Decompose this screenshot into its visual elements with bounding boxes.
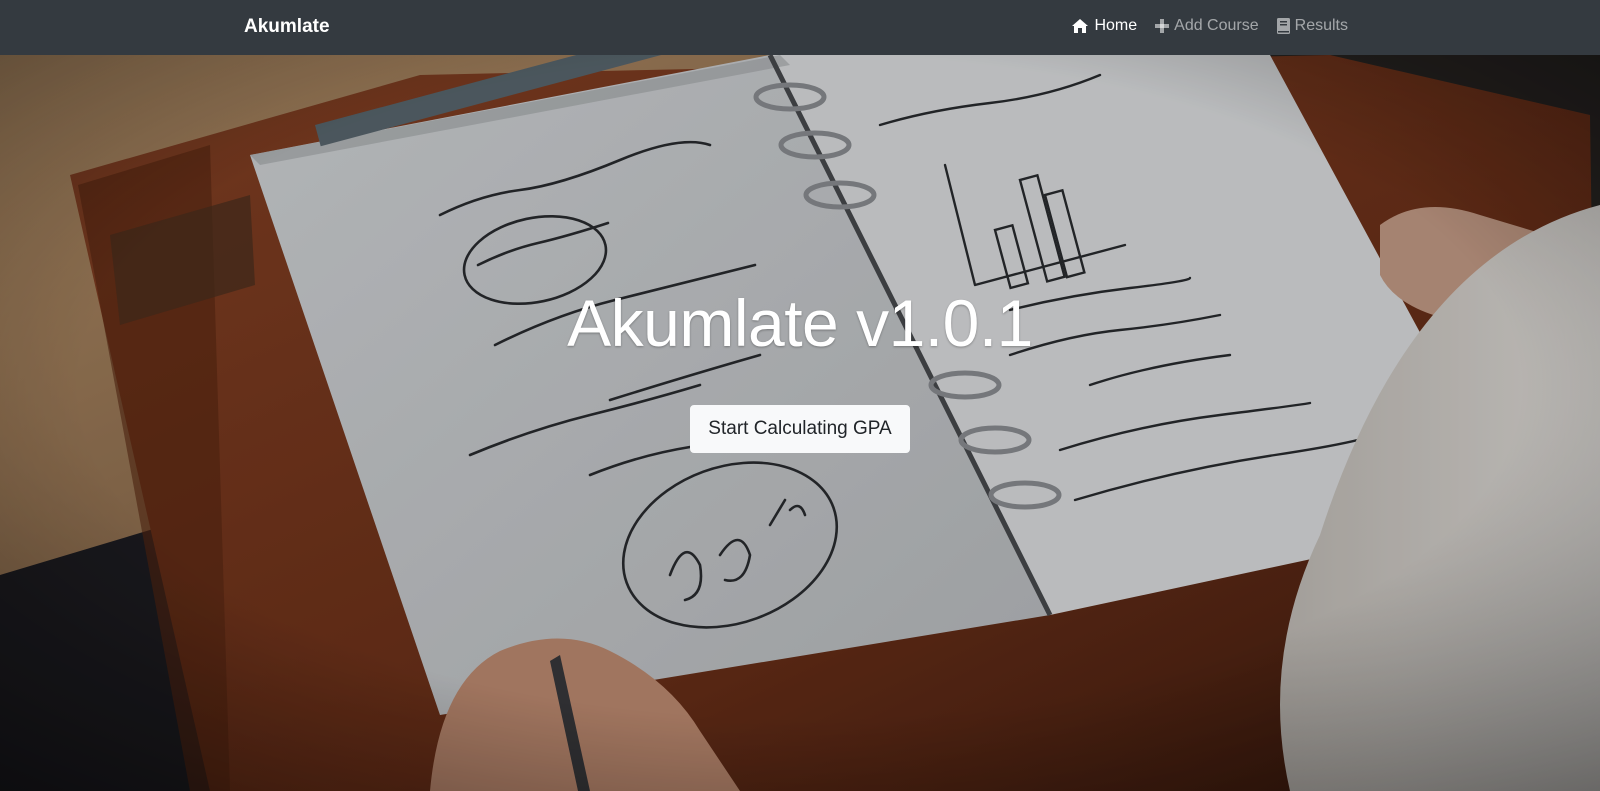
hero-section: Akumlate v1.0.1 Start Calculating GPA [0, 55, 1600, 791]
top-navbar: Akumlate Home Add Course Results [0, 0, 1600, 55]
plus-icon [1155, 19, 1170, 33]
book-icon [1276, 18, 1290, 34]
nav-item-results[interactable]: Results [1276, 17, 1348, 35]
nav-item-add-course[interactable]: Add Course [1155, 17, 1259, 35]
home-icon [1071, 18, 1089, 34]
brand-logo[interactable]: Akumlate [244, 16, 330, 38]
nav-item-label: Add Course [1174, 17, 1259, 34]
start-calculating-button[interactable]: Start Calculating GPA [690, 405, 910, 453]
nav-item-label: Home [1094, 17, 1138, 34]
nav-links: Home Add Course Results [1071, 17, 1348, 35]
nav-item-home[interactable]: Home [1071, 17, 1137, 35]
nav-item-label: Results [1294, 17, 1348, 34]
hero-title: Akumlate v1.0.1 [567, 286, 1033, 360]
